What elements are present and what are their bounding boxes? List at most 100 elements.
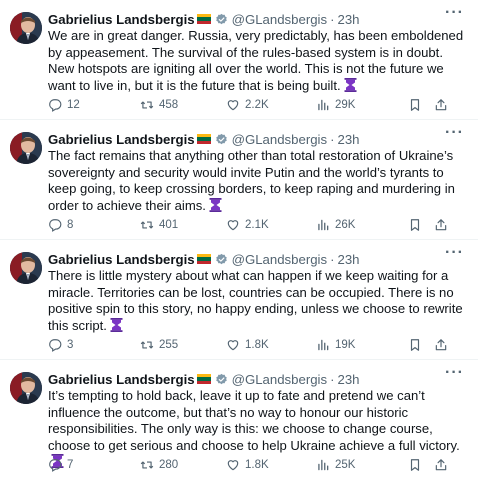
more-icon[interactable]: ··· <box>445 364 464 382</box>
tweet[interactable]: Gabrielius Landsbergis @GLandsbergis · 2… <box>0 120 478 240</box>
tweet-time[interactable]: 23h <box>337 252 359 267</box>
retweet-button[interactable]: 280 <box>140 458 178 472</box>
bookmark-button[interactable] <box>408 218 422 232</box>
separator-dot: · <box>330 371 335 387</box>
tweet-time[interactable]: 23h <box>337 132 359 147</box>
heart-icon <box>227 100 239 111</box>
author-handle[interactable]: @GLandsbergis <box>232 132 328 147</box>
views-count: 25K <box>335 459 356 471</box>
views-button[interactable]: 19K <box>316 338 355 352</box>
like-count: 2.1K <box>245 219 269 231</box>
reply-button[interactable]: 3 <box>48 338 73 352</box>
reply-button[interactable]: 12 <box>48 98 80 112</box>
retweet-count: 458 <box>159 99 179 111</box>
views-count: 19K <box>335 339 356 351</box>
separator-dot: · <box>330 11 335 27</box>
bookmark-icon <box>410 219 420 231</box>
lithuania-flag-icon <box>196 254 211 264</box>
retweet-count: 280 <box>159 459 179 471</box>
like-count: 1.8K <box>245 459 269 471</box>
avatar[interactable] <box>10 252 42 284</box>
views-icon <box>318 99 329 111</box>
tweet-text: The fact remains that anything other tha… <box>48 148 470 214</box>
views-icon <box>318 219 329 231</box>
tweet[interactable]: Gabrielius Landsbergis @GLandsbergis · 2… <box>0 240 478 360</box>
hourglass-emoji-icon <box>344 77 357 92</box>
like-button[interactable]: 2.1K <box>226 218 269 232</box>
reply-icon <box>49 339 62 352</box>
lithuania-flag-icon <box>196 134 211 144</box>
share-icon <box>435 99 447 111</box>
bookmark-button[interactable] <box>408 98 422 112</box>
tweet-actions: 12 458 2.2K 29K <box>48 98 468 114</box>
retweet-icon <box>140 341 154 349</box>
retweet-icon <box>140 101 154 109</box>
author-name[interactable]: Gabrielius Landsbergis <box>48 132 195 147</box>
more-icon[interactable]: ··· <box>445 124 464 142</box>
share-button[interactable] <box>434 458 448 472</box>
reply-icon <box>49 459 62 472</box>
retweet-button[interactable]: 255 <box>140 338 178 352</box>
tweet-body: It’s tempting to hold back, leave it up … <box>48 388 460 453</box>
tweet-actions: 8 401 2.1K 26K <box>48 218 468 234</box>
author-handle[interactable]: @GLandsbergis <box>232 372 328 387</box>
author-handle[interactable]: @GLandsbergis <box>232 12 328 27</box>
tweet-header: Gabrielius Landsbergis @GLandsbergis · 2… <box>48 130 468 148</box>
author-name[interactable]: Gabrielius Landsbergis <box>48 372 195 387</box>
retweet-icon <box>140 461 154 469</box>
author-handle[interactable]: @GLandsbergis <box>232 252 328 267</box>
reply-button[interactable]: 7 <box>48 458 73 472</box>
views-button[interactable]: 26K <box>316 218 355 232</box>
like-button[interactable]: 1.8K <box>226 338 269 352</box>
share-icon <box>435 339 447 351</box>
views-icon <box>318 459 329 471</box>
bookmark-button[interactable] <box>408 458 422 472</box>
share-button[interactable] <box>434 338 448 352</box>
tweet-text: There is little mystery about what can h… <box>48 268 470 334</box>
tweet-body: The fact remains that anything other tha… <box>48 148 455 213</box>
author-name[interactable]: Gabrielius Landsbergis <box>48 252 195 267</box>
tweet[interactable]: Gabrielius Landsbergis @GLandsbergis · 2… <box>0 360 478 480</box>
reply-icon <box>49 99 62 112</box>
bookmark-button[interactable] <box>408 338 422 352</box>
heart-icon <box>227 340 239 351</box>
reply-button[interactable]: 8 <box>48 218 73 232</box>
tweet-actions: 3 255 1.8K 19K <box>48 338 468 354</box>
verified-badge-icon <box>215 133 227 144</box>
more-icon[interactable]: ··· <box>445 4 464 22</box>
heart-icon <box>227 220 239 231</box>
retweet-count: 401 <box>159 219 179 231</box>
lithuania-flag-icon <box>196 14 211 24</box>
views-button[interactable]: 29K <box>316 98 355 112</box>
tweet-actions: 7 280 1.8K 25K <box>48 458 468 474</box>
separator-dot: · <box>330 251 335 267</box>
share-button[interactable] <box>434 98 448 112</box>
avatar[interactable] <box>10 372 42 404</box>
hourglass-emoji-icon <box>209 197 222 212</box>
hourglass-emoji-icon <box>110 317 123 332</box>
bookmark-icon <box>410 339 420 351</box>
author-name[interactable]: Gabrielius Landsbergis <box>48 12 195 27</box>
more-icon[interactable]: ··· <box>445 244 464 262</box>
like-button[interactable]: 1.8K <box>226 458 269 472</box>
reply-count: 12 <box>67 99 80 111</box>
like-count: 1.8K <box>245 339 269 351</box>
avatar[interactable] <box>10 12 42 44</box>
tweet-time[interactable]: 23h <box>337 12 359 27</box>
reply-icon <box>49 219 62 232</box>
views-count: 26K <box>335 219 356 231</box>
share-button[interactable] <box>434 218 448 232</box>
bookmark-icon <box>410 99 420 111</box>
tweet[interactable]: Gabrielius Landsbergis @GLandsbergis · 2… <box>0 0 478 120</box>
verified-badge-icon <box>215 253 227 264</box>
retweet-button[interactable]: 458 <box>140 98 178 112</box>
reply-count: 3 <box>67 339 74 351</box>
reply-count: 8 <box>67 219 74 231</box>
tweet-time[interactable]: 23h <box>337 372 359 387</box>
like-button[interactable]: 2.2K <box>226 98 269 112</box>
views-button[interactable]: 25K <box>316 458 355 472</box>
retweet-button[interactable]: 401 <box>140 218 178 232</box>
avatar[interactable] <box>10 132 42 164</box>
views-icon <box>318 339 329 351</box>
like-count: 2.2K <box>245 99 269 111</box>
